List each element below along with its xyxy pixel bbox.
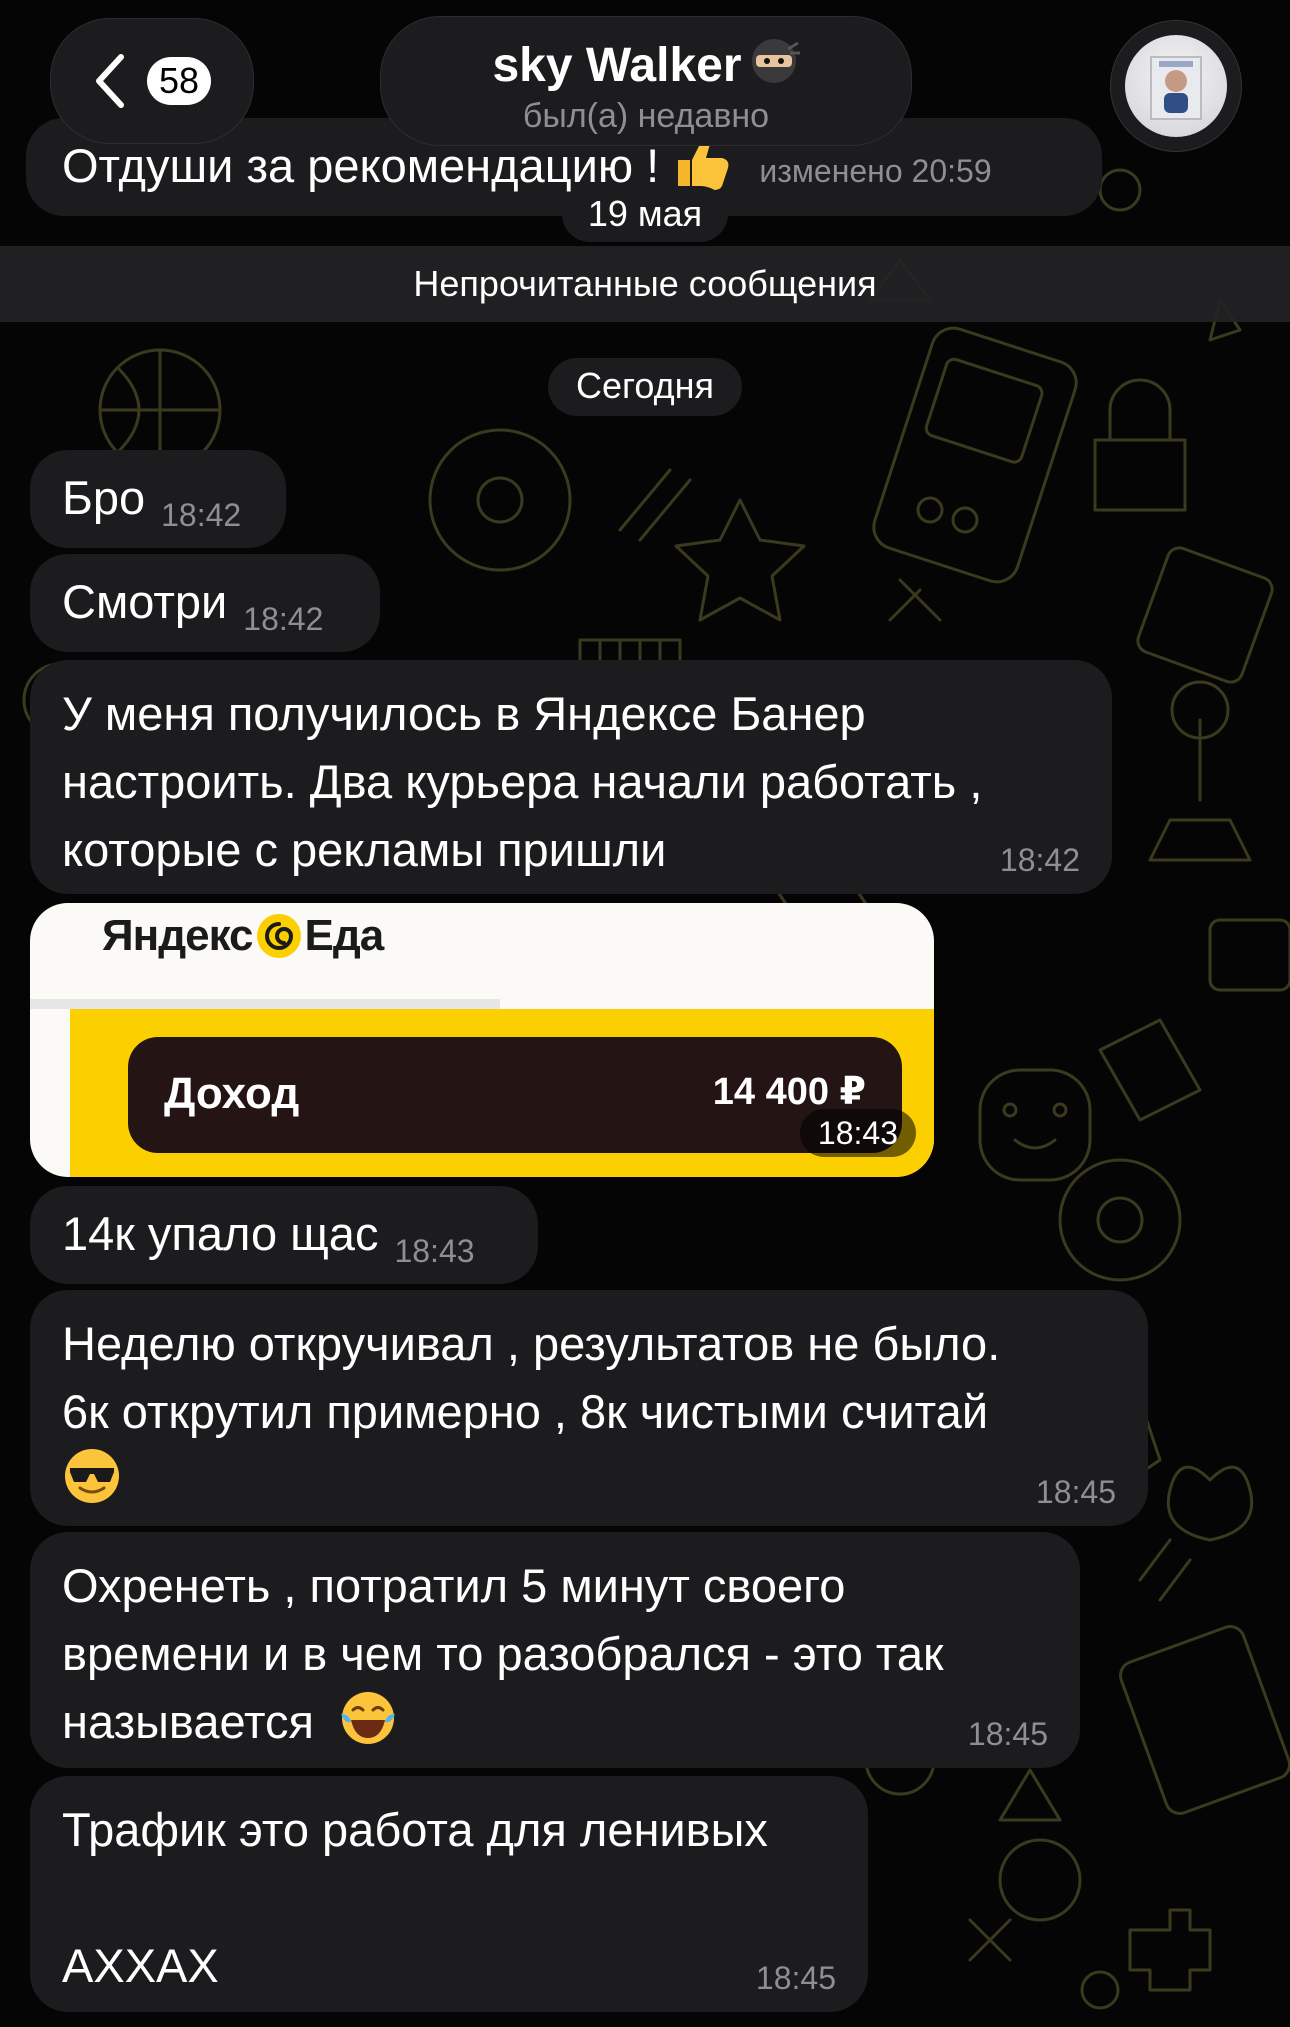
message-time: 18:42 <box>161 497 242 533</box>
message-bubble[interactable]: Бро 18:42 <box>30 450 286 548</box>
message-bubble[interactable]: 14к упало щас 18:43 <box>30 1186 538 1284</box>
message-bubble[interactable]: Трафик это работа для ленивых АХХАХ 18:4… <box>30 1776 868 2012</box>
avatar <box>1125 35 1227 137</box>
image-divider <box>30 999 500 1009</box>
date-label-today: Сегодня <box>576 365 714 406</box>
message-line: АХХАХ <box>62 1939 219 1992</box>
message-bubble[interactable]: Неделю откручивал , результатов не было.… <box>30 1290 1148 1526</box>
chat-header-title[interactable]: sky Walker был(а) недавно <box>380 16 912 146</box>
message-bubble[interactable]: Смотри 18:42 <box>30 554 380 652</box>
message-line: настроить. Два курьера начали работать , <box>62 755 983 808</box>
back-button[interactable]: 58 <box>50 18 254 144</box>
message-text: Бро <box>62 471 146 524</box>
message-time: 18:43 <box>394 1233 475 1269</box>
message-line: 6к открутил примерно , 8к чистыми считай <box>62 1385 989 1438</box>
message-time: 18:45 <box>755 1960 836 1996</box>
income-amount: 14 400 ₽ <box>712 1071 866 1113</box>
message-bubble[interactable]: У меня получилось в Яндексе Банер настро… <box>30 660 1112 894</box>
message-line: которые с рекламы пришли <box>62 823 667 876</box>
contact-status: был(а) недавно <box>522 97 770 135</box>
unread-label: Непрочитанные сообщения <box>413 263 877 304</box>
unread-count-badge: 58 <box>147 57 212 105</box>
contact-avatar-button[interactable] <box>1110 20 1242 152</box>
message-time: 18:42 <box>243 601 324 637</box>
date-label: 19 мая <box>587 193 703 234</box>
date-separator-previous: 19 мая <box>562 186 728 242</box>
date-separator-today: Сегодня <box>548 358 742 416</box>
yandex-eda-logo: Яндекс Еда <box>102 911 385 961</box>
sunglasses-emoji <box>65 1449 119 1503</box>
income-label: Доход <box>164 1069 300 1118</box>
message-line: времени и в чем то разобрался - это так <box>62 1627 944 1680</box>
previous-message-edited: изменено 20:59 <box>759 153 992 189</box>
message-bubble[interactable]: Охренеть , потратил 5 минут своего време… <box>30 1532 1080 1768</box>
message-text: Смотри <box>62 575 228 628</box>
avatar-photo <box>1150 56 1202 120</box>
ninja-emoji <box>751 39 800 83</box>
message-line: У меня получилось в Яндексе Банер <box>62 687 866 740</box>
contact-name: sky Walker <box>492 39 742 92</box>
message-time: 18:45 <box>1035 1474 1116 1510</box>
chevron-left-icon <box>96 54 124 108</box>
yandex-eda-mark-icon <box>256 914 301 958</box>
previous-message-text: Отдуши за рекомендацию ! <box>62 139 660 192</box>
unread-messages-divider: Непрочитанные сообщения <box>0 246 1290 322</box>
image-message[interactable]: Яндекс Еда Доход 14 400 ₽ 18:43 <box>30 903 934 1177</box>
message-time: 18:45 <box>967 1716 1048 1752</box>
tears-of-joy-emoji <box>341 1692 396 1744</box>
message-text: 14к упало щас <box>62 1207 379 1260</box>
message-line: Трафик это работа для ленивых <box>62 1803 768 1856</box>
message-line: называется <box>62 1695 315 1748</box>
image-time: 18:43 <box>799 1109 916 1157</box>
logo-text-right: Еда <box>304 911 385 960</box>
message-time: 18:42 <box>999 842 1080 878</box>
message-line: Охренеть , потратил 5 минут своего <box>62 1559 846 1612</box>
income-card: Доход 14 400 ₽ <box>128 1037 902 1153</box>
message-line: Неделю откручивал , результатов не было. <box>62 1317 1001 1370</box>
logo-text-left: Яндекс <box>102 911 254 960</box>
